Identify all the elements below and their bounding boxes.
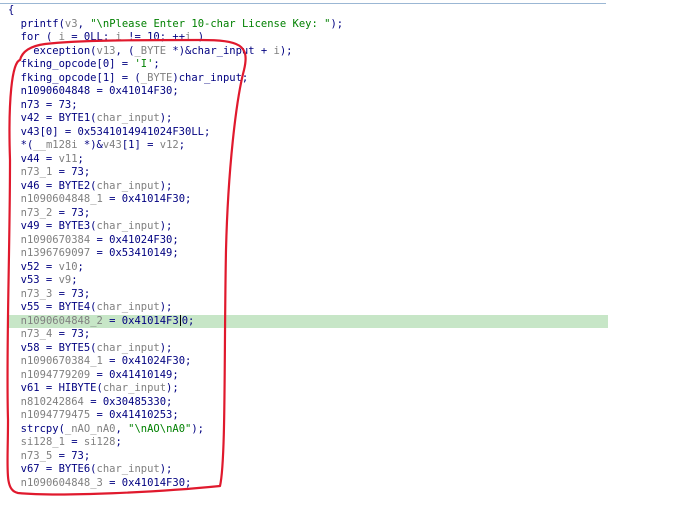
code-token: _BYTE [134,44,167,57]
code-line[interactable]: si128_1 = si128; [8,436,608,450]
code-line[interactable]: v52 = v10; [8,261,608,275]
code-token: v43 [102,139,122,151]
code-line[interactable]: v61 = HIBYTE(char_input); [8,382,608,396]
code-token: char_input [96,112,160,124]
code-line[interactable]: v55 = BYTE4(char_input); [8,301,608,315]
code-line[interactable]: v43[0] = 0x5341014941024F30LL; [8,126,608,140]
code-token: n1090604848_3 [20,476,103,489]
code-token: n810242864 [20,395,84,408]
code-token: printf [20,17,59,30]
code-token: i [115,31,122,43]
code-line[interactable]: n73_5 = 73; [8,450,608,464]
code-token: n73_2 [20,206,53,219]
code-token: n73_3 [20,287,53,300]
code-line[interactable]: n1090604848_2 = 0x41014F3 0; [8,314,608,328]
code-token: si128_1 [20,436,65,448]
code-token: n1094779209 [20,368,91,381]
code-token: n73_5 [20,449,53,462]
pseudocode-view[interactable]: { printf(v3, "\nPlease Enter 10-char Lic… [8,4,608,490]
code-line[interactable]: n1090604848_3 = 0x41014F30; [8,477,608,491]
code-token: v3 [64,17,78,30]
code-line[interactable]: v58 = BYTE5(char_input); [8,342,608,356]
code-token: char_input [96,463,160,475]
code-token: 'I' [134,58,154,70]
code-line[interactable]: exception(v13, (_BYTE *)&char_input + i)… [8,45,608,59]
code-line[interactable]: n73_4 = 73; [8,328,608,342]
code-token: v9 [58,274,72,286]
code-line[interactable]: n73 = 73; [8,99,608,113]
code-line[interactable]: n810242864 = 0x30485330; [8,396,608,410]
code-line[interactable]: *(__m128i *)&v43[1] = v12; [8,139,608,153]
code-token: char_input [96,179,160,192]
code-line[interactable]: { [8,4,608,18]
code-line[interactable]: n1094779209 = 0x41410149; [8,369,608,383]
code-token: char_input [96,301,160,313]
code-token: char_input [102,382,167,394]
code-token: n73_4 [20,328,53,340]
code-token: v10 [58,260,78,273]
code-token: n1090604848_1 [20,193,103,205]
code-token: n1090604848_2 [20,314,103,327]
code-line[interactable]: v53 = v9; [8,274,608,288]
code-token: _nAO_nA0 [64,422,116,435]
code-token: i [273,44,280,57]
code-token: char_input [96,220,160,232]
code-token: n1396769097 [20,247,91,259]
code-line[interactable]: v42 = BYTE1(char_input); [8,112,608,126]
code-token: v12 [159,139,179,151]
code-line[interactable]: v46 = BYTE2(char_input); [8,180,608,194]
code-line[interactable]: n1090670384_1 = 0x41024F30; [8,355,608,369]
code-token: n1094779475 [20,409,91,421]
code-line[interactable]: for ( i = 0LL; i != 10; ++i ) [8,31,608,45]
code-line[interactable]: v67 = BYTE6(char_input); [8,463,608,477]
code-token: n1090670384_1 [20,355,103,367]
code-line[interactable]: n1094779475 = 0x41410253; [8,409,608,423]
code-token: for [20,31,40,43]
code-line[interactable]: strcpy(_nAO_nA0, "\nAO\nA0"); [8,423,608,437]
code-token: i [185,31,192,43]
code-line[interactable]: n73_2 = 73; [8,207,608,221]
code-token: n1090670384 [20,233,91,246]
code-line[interactable]: n1396769097 = 0x53410149; [8,247,608,261]
code-line[interactable]: fking_opcode[1] = (_BYTE)char_input; [8,72,608,86]
code-line[interactable]: n73_1 = 73; [8,166,608,180]
code-line[interactable]: n1090604848_1 = 0x41014F30; [8,193,608,207]
code-token: v13 [96,44,116,57]
code-token: __m128i [33,139,78,151]
code-token: _BYTE [140,71,173,84]
code-line[interactable]: v44 = v11; [8,153,608,167]
code-line[interactable]: v49 = BYTE3(char_input); [8,220,608,234]
code-token: si128 [83,436,116,448]
text-cursor [179,315,181,326]
code-token: "\nPlease Enter 10-char License Key: " [90,17,331,30]
code-token: i [58,31,65,43]
code-line[interactable]: fking_opcode[0] = 'I'; [8,58,608,72]
code-line[interactable]: printf(v3, "\nPlease Enter 10-char Licen… [8,18,608,32]
code-token: char_input [96,341,160,354]
code-token: n73_1 [20,166,53,178]
code-line[interactable]: n73_3 = 73; [8,288,608,302]
code-token: v11 [58,152,78,165]
code-token: "\nAO\nA0" [128,422,192,435]
code-line[interactable]: n1090670384 = 0x41024F30; [8,234,608,248]
code-line[interactable]: n1090604848 = 0x41014F30; [8,85,608,99]
